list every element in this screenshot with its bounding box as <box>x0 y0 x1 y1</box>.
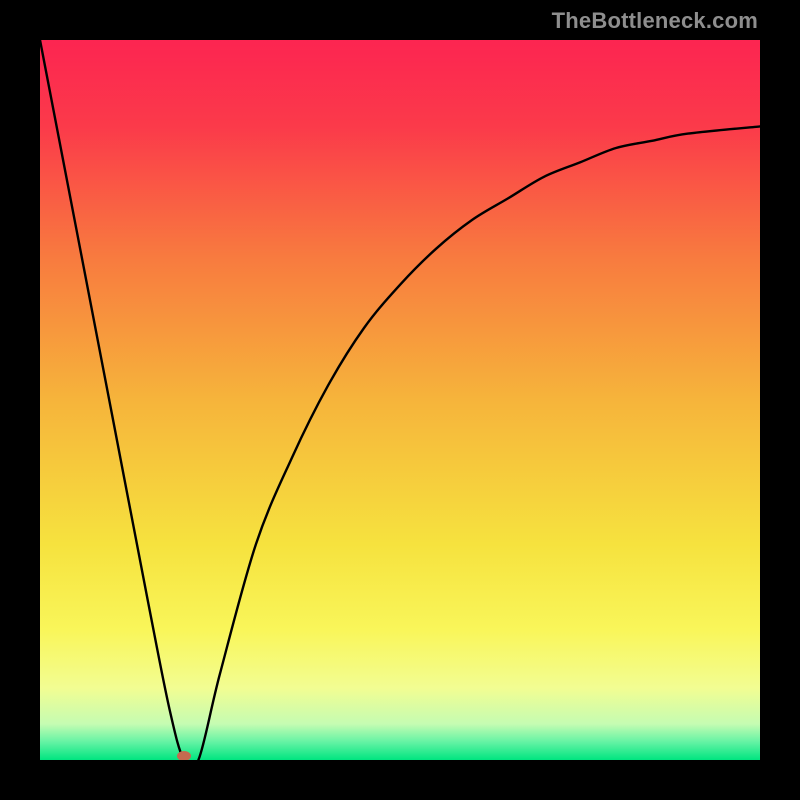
optimum-marker <box>177 751 191 760</box>
chart-plot <box>40 40 760 760</box>
watermark-text: TheBottleneck.com <box>552 8 758 34</box>
chart-area <box>40 40 760 760</box>
bottleneck-curve <box>40 40 760 760</box>
